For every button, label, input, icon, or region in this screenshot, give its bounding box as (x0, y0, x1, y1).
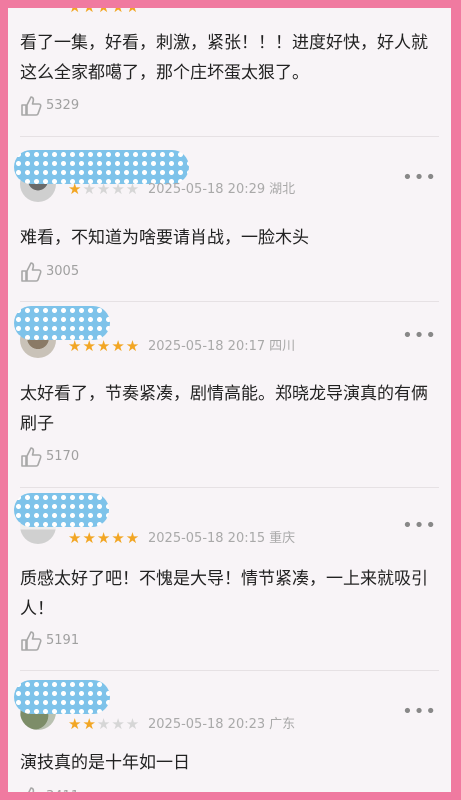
username-redacted (14, 306, 110, 340)
like-count: 5329 (46, 98, 80, 113)
like-count: 3005 (46, 264, 80, 279)
like-count: 5191 (46, 633, 80, 648)
review-meta: 2025-05-18 20:17 四川 (148, 339, 295, 355)
thumbs-up-icon (21, 447, 42, 467)
rating-stars: ★★★★★ (68, 715, 141, 733)
review-date: 2025-05-18 20:23 (148, 717, 266, 732)
review-location: 广东 (269, 717, 296, 732)
review-text: 看了一集，好看，刺激，紧张！！！进度好快，好人就这么全家都噶了，那个庄坏蛋太狠了… (20, 33, 428, 83)
divider (20, 136, 439, 137)
comment-list: ★★★★★ 看了一集，好看，刺激，紧张！！！进度好快，好人就这么全家都噶了，那个… (8, 8, 451, 792)
more-dots-icon[interactable]: ••• (402, 517, 437, 535)
review-text: 太好看了，节奏紧凑，剧情高能。郑晓龙导演真的有俩刷子 (20, 384, 428, 434)
review-text: 质感太好了吧！不愧是大导！情节紧凑，一上来就吸引人！ (20, 569, 428, 619)
rating-stars: ★★★★★ (68, 8, 140, 16)
review-location: 重庆 (269, 531, 296, 546)
username-redacted (14, 493, 109, 527)
username-redacted (14, 680, 110, 714)
rating-stars: ★★★★★ (68, 180, 141, 198)
more-dots-icon[interactable]: ••• (402, 703, 437, 721)
divider (20, 670, 439, 671)
thumbs-up-icon (21, 262, 42, 282)
review-date: 2025-05-18 20:29 (148, 182, 266, 197)
username-redacted (14, 150, 189, 184)
review-meta: 2025-05-18 20:15 重庆 (148, 531, 295, 547)
divider (20, 301, 439, 302)
review-location: 湖北 (269, 182, 296, 197)
review-meta: 2025-05-18 20:23 广东 (148, 717, 295, 733)
review-meta: 2025-05-18 20:29 湖北 (148, 182, 295, 198)
rating-stars: ★★★★★ (68, 529, 141, 547)
divider (20, 487, 439, 488)
review-location: 四川 (269, 339, 296, 354)
like-count: 3411 (46, 789, 79, 792)
more-dots-icon[interactable]: ••• (402, 327, 437, 345)
thumbs-up-icon (28, 787, 35, 792)
review-text: 难看，不知道为啥要请肖战，一脸木头 (20, 228, 309, 248)
review-date: 2025-05-18 20:17 (148, 339, 266, 354)
review-text: 演技真的是十年如一日 (20, 753, 190, 773)
thumbs-up-icon (21, 96, 42, 116)
rating-stars: ★★★★★ (68, 337, 141, 355)
like-count: 5170 (46, 449, 80, 464)
review-date: 2025-05-18 20:15 (148, 531, 266, 546)
more-dots-icon[interactable]: ••• (402, 169, 437, 187)
thumbs-up-icon (21, 631, 42, 651)
